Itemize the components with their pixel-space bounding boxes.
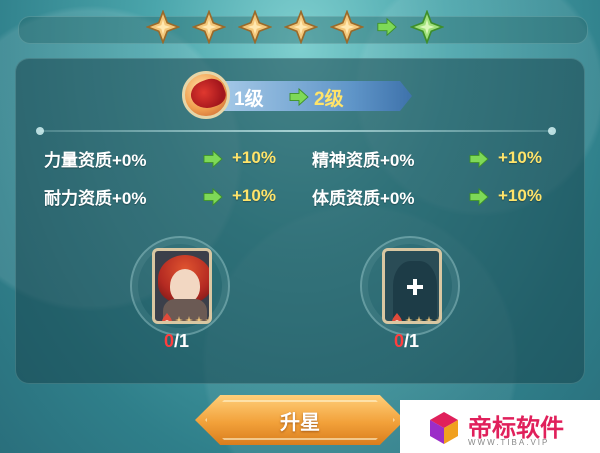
watermark-subtext: WWW.TIBA.VIP <box>468 438 550 447</box>
material-slot-empty[interactable]: 0/1 <box>360 236 460 351</box>
star-icon <box>238 10 272 44</box>
level-from: 1级 <box>234 89 264 110</box>
level-ribbon: 1级 2级 <box>182 71 422 119</box>
upgrade-star-label: 升星 <box>280 411 320 434</box>
stat-row: 力量资质+0% <box>44 144 147 172</box>
stat-new-value: +10% <box>498 148 542 167</box>
star-icon <box>330 10 364 44</box>
star-progress-row <box>146 7 444 47</box>
green-star-icon <box>410 10 444 44</box>
star-icon <box>425 316 433 321</box>
star-icon <box>405 316 413 321</box>
stat-row: 体质资质+0% <box>312 182 415 210</box>
star-icon <box>195 316 203 321</box>
fire-icon <box>392 313 402 321</box>
level-to: 2级 <box>314 89 344 110</box>
star-rating <box>391 313 439 321</box>
stat-new-value: +10% <box>498 186 542 205</box>
stat-name: 耐力资质+0% <box>44 188 147 208</box>
count-need: /1 <box>174 331 190 351</box>
stat-row: 耐力资质+0% <box>44 182 147 210</box>
arrow-right-icon <box>203 150 223 168</box>
star-icon <box>175 316 183 321</box>
count-have: 0 <box>164 331 175 351</box>
divider <box>36 127 556 135</box>
fire-icon <box>162 313 172 321</box>
star-icon <box>185 316 193 321</box>
stat-row: 精神资质+0% <box>312 144 415 172</box>
star-icon <box>284 10 318 44</box>
arrow-right-icon <box>376 17 398 37</box>
hero-portrait[interactable] <box>152 248 212 324</box>
arrow-right-icon <box>469 150 489 168</box>
count-have: 0 <box>394 331 405 351</box>
arrow-right-icon <box>469 188 489 206</box>
count-need: /1 <box>404 331 420 351</box>
watermark: 帝标软件 WWW.TIBA.VIP <box>400 400 600 453</box>
stat-name: 体质资质+0% <box>312 188 415 208</box>
stat-name: 力量资质+0% <box>44 150 147 170</box>
stat-new-value: +10% <box>232 148 276 167</box>
arrow-right-icon <box>289 88 309 106</box>
star-rating <box>161 313 209 321</box>
empty-portrait[interactable] <box>382 248 442 324</box>
character-avatar <box>182 71 230 119</box>
watermark-logo-icon <box>430 412 458 444</box>
material-count: 0/1 <box>394 331 419 352</box>
stat-new-value: +10% <box>232 186 276 205</box>
plus-icon[interactable] <box>405 277 425 297</box>
star-icon <box>192 10 226 44</box>
star-icon <box>146 10 180 44</box>
stat-name: 精神资质+0% <box>312 150 415 170</box>
material-slot-hero[interactable]: 0/1 <box>130 236 230 351</box>
arrow-right-icon <box>203 188 223 206</box>
material-count: 0/1 <box>164 331 189 352</box>
star-icon <box>415 316 423 321</box>
upgrade-star-button[interactable]: 升星 <box>195 395 405 445</box>
